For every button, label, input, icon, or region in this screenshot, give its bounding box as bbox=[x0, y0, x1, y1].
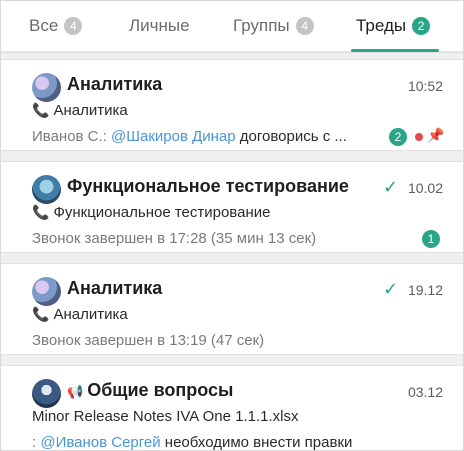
chat-time: 10.02 bbox=[407, 180, 443, 196]
chat-subtitle: 📞 Аналитика bbox=[32, 306, 128, 323]
chat-title: Аналитика bbox=[67, 74, 163, 94]
tab-groups[interactable]: Группы 4 bbox=[233, 1, 314, 51]
chat-subtitle: 📞 Функциональное тестирование bbox=[32, 204, 270, 221]
chat-list-panel: Все 4 Личные Группы 4 Треды 2 Аналитика … bbox=[0, 0, 464, 451]
unread-dot bbox=[415, 133, 423, 141]
chat-time: 03.12 bbox=[407, 384, 443, 400]
chat-title-text: Общие вопросы bbox=[87, 380, 234, 400]
chat-subtitle-text: Функциональное тестирование bbox=[53, 204, 271, 221]
chat-subtitle-text: Аналитика bbox=[53, 306, 128, 323]
chat-time: 10:52 bbox=[407, 78, 443, 94]
divider bbox=[1, 354, 463, 366]
tab-all[interactable]: Все 4 bbox=[29, 1, 83, 51]
chat-title: Функциональное тестирование bbox=[67, 176, 349, 196]
message-author: Иванов С.: bbox=[32, 128, 112, 145]
tab-threads-label: Треды bbox=[356, 16, 407, 35]
check-icon: ✓ bbox=[383, 177, 399, 197]
check-icon: ✓ bbox=[383, 279, 399, 299]
chat-item-general-questions[interactable]: 📢 Общие вопросы 03.12 Minor Release Notes… bbox=[1, 366, 463, 451]
avatar bbox=[32, 175, 61, 204]
avatar bbox=[32, 277, 61, 306]
tab-all-count: 4 bbox=[64, 17, 83, 35]
chat-title: 📢 Общие вопросы bbox=[67, 380, 233, 401]
megaphone-icon: 📢 bbox=[67, 384, 84, 399]
tab-groups-label: Группы bbox=[233, 16, 290, 35]
phone-icon: 📞 bbox=[32, 204, 50, 220]
phone-icon: 📞 bbox=[32, 102, 50, 118]
unread-badge: 2 bbox=[389, 128, 407, 146]
chat-subtitle: Minor Release Notes IVA One 1.1.1.xlsx bbox=[32, 408, 299, 425]
chat-item-analytics-2[interactable]: Аналитика ✓ 19.12 📞 Аналитика Звонок заве… bbox=[1, 264, 463, 354]
tab-bar: Все 4 Личные Группы 4 Треды 2 bbox=[1, 1, 463, 52]
tab-personal[interactable]: Личные bbox=[129, 1, 190, 51]
message-text: необходимо внести правки bbox=[160, 434, 353, 451]
tab-personal-label: Личные bbox=[129, 16, 190, 35]
chat-title: Аналитика bbox=[67, 278, 163, 298]
last-message: Звонок завершен в 17:28 (35 мин 13 сек) bbox=[32, 230, 317, 247]
avatar bbox=[32, 379, 61, 408]
mention-link[interactable]: @Шакиров Динар bbox=[111, 128, 236, 145]
last-message: : @Иванов Сергей необходимо внести правк… bbox=[32, 434, 353, 451]
last-message: Иванов С.: @Шакиров Динар договорись с .… bbox=[32, 128, 347, 145]
divider bbox=[1, 150, 463, 162]
message-text: договорись с ... bbox=[235, 128, 347, 145]
avatar bbox=[32, 73, 61, 102]
pin-icon[interactable]: 📌 bbox=[427, 127, 444, 144]
active-tab-indicator bbox=[351, 49, 439, 52]
divider bbox=[1, 252, 463, 264]
unread-badge: 1 bbox=[422, 230, 440, 248]
tab-groups-count: 4 bbox=[295, 17, 314, 35]
chat-item-analytics[interactable]: Аналитика 10:52 📞 Аналитика Иванов С.: @Ш… bbox=[1, 60, 463, 150]
chat-time: 19.12 bbox=[407, 282, 443, 298]
chat-subtitle-text: Аналитика bbox=[53, 102, 128, 119]
tab-threads[interactable]: Треды 2 bbox=[356, 1, 431, 51]
chat-item-functional-testing[interactable]: Функциональное тестирование ✓ 10.02 📞 Фун… bbox=[1, 162, 463, 252]
tab-threads-count: 2 bbox=[412, 17, 431, 35]
phone-icon: 📞 bbox=[32, 306, 50, 322]
tab-all-label: Все bbox=[29, 16, 59, 35]
last-message: Звонок завершен в 13:19 (47 сек) bbox=[32, 332, 265, 349]
mention-link[interactable]: @Иванов Сергей bbox=[40, 434, 160, 450]
divider bbox=[1, 52, 463, 60]
chat-subtitle: 📞 Аналитика bbox=[32, 102, 128, 119]
